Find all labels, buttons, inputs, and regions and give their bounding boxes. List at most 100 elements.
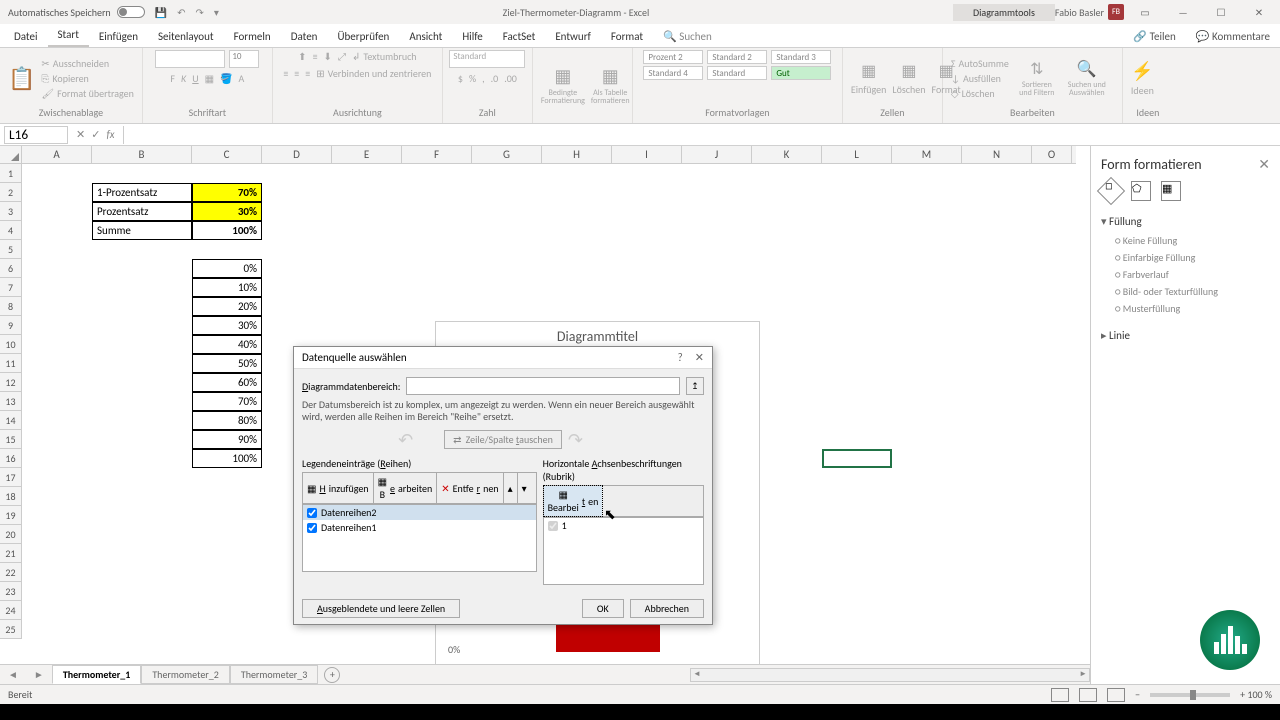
sheet-nav-prev-icon[interactable]: ◄ bbox=[0, 668, 26, 681]
row-header-2[interactable]: 2 bbox=[0, 183, 22, 202]
fill-gradient-radio[interactable]: Farbverlauf bbox=[1101, 266, 1270, 283]
sort-filter-button[interactable]: ⇅Sortieren und Filtern bbox=[1015, 59, 1059, 97]
percent-icon[interactable]: % bbox=[469, 72, 476, 85]
user-name[interactable]: Fabio Basler bbox=[1055, 6, 1104, 19]
series-checkbox-1[interactable] bbox=[307, 523, 317, 533]
table-format-button[interactable]: ▦ Als Tabelle formatieren bbox=[591, 65, 630, 105]
table-cell[interactable]: 80% bbox=[192, 411, 262, 430]
maximize-icon[interactable]: ☐ bbox=[1204, 0, 1238, 24]
fill-pattern-radio[interactable]: Musterfüllung bbox=[1101, 300, 1270, 317]
add-sheet-icon[interactable]: + bbox=[324, 667, 340, 683]
row-header-13[interactable]: 13 bbox=[0, 392, 22, 411]
tab-layout[interactable]: Seitenlayout bbox=[148, 26, 224, 47]
tab-factset[interactable]: FactSet bbox=[493, 26, 546, 47]
delete-cells-button[interactable]: ▦Löschen bbox=[892, 61, 925, 96]
row-header-24[interactable]: 24 bbox=[0, 601, 22, 620]
comma-icon[interactable]: , bbox=[482, 72, 485, 85]
minimize-icon[interactable]: — bbox=[1166, 0, 1200, 24]
share-button[interactable]: 🔗 Teilen bbox=[1123, 26, 1185, 47]
zoom-out-icon[interactable]: − bbox=[1135, 688, 1140, 701]
formula-input[interactable] bbox=[123, 126, 1280, 144]
align-bot-icon[interactable]: ⬇ bbox=[324, 50, 332, 63]
row-header-25[interactable]: 25 bbox=[0, 620, 22, 639]
remove-series-button[interactable]: ✕ Entfernen bbox=[437, 473, 503, 503]
col-header-E[interactable]: E bbox=[332, 146, 402, 163]
col-header-H[interactable]: H bbox=[542, 146, 612, 163]
col-header-O[interactable]: O bbox=[1032, 146, 1072, 163]
underline-icon[interactable]: U bbox=[192, 72, 198, 85]
swap-row-col-button[interactable]: ⇄ Zeile/Spalte tauschen bbox=[444, 430, 562, 449]
horizontal-scrollbar[interactable] bbox=[690, 668, 1090, 682]
align-right-icon[interactable]: ≡ bbox=[305, 67, 310, 80]
table-cell[interactable]: 40% bbox=[192, 335, 262, 354]
name-box[interactable] bbox=[4, 126, 68, 144]
row-header-4[interactable]: 4 bbox=[0, 221, 22, 240]
style-gut[interactable]: Gut bbox=[771, 66, 831, 80]
table-cell[interactable]: 90% bbox=[192, 430, 262, 449]
tab-format[interactable]: Format bbox=[601, 26, 653, 47]
col-header-K[interactable]: K bbox=[752, 146, 822, 163]
tab-file[interactable]: Datei bbox=[4, 26, 48, 47]
cancel-formula-icon[interactable]: ✕ bbox=[76, 128, 85, 141]
col-header-J[interactable]: J bbox=[682, 146, 752, 163]
row-header-11[interactable]: 11 bbox=[0, 354, 22, 373]
row-header-19[interactable]: 19 bbox=[0, 506, 22, 525]
categories-listbox[interactable]: 1 bbox=[543, 517, 704, 585]
fill-section[interactable]: Füllung bbox=[1101, 211, 1270, 232]
user-avatar[interactable]: FB bbox=[1108, 4, 1124, 20]
tab-formulas[interactable]: Formeln bbox=[224, 26, 281, 47]
table-cell[interactable]: 0% bbox=[192, 259, 262, 278]
tab-view[interactable]: Ansicht bbox=[399, 26, 452, 47]
style-standard4[interactable]: Standard 4 bbox=[643, 66, 703, 80]
sheet-tab-3[interactable]: Thermometer_3 bbox=[230, 665, 319, 684]
italic-icon[interactable]: K bbox=[181, 72, 186, 85]
number-format-combo[interactable]: Standard bbox=[449, 50, 525, 68]
table-cell[interactable]: 70% bbox=[192, 183, 262, 202]
table-cell[interactable]: 30% bbox=[192, 202, 262, 221]
table-cell[interactable]: 30% bbox=[192, 316, 262, 335]
fx-icon[interactable]: fx bbox=[106, 128, 114, 141]
align-top-icon[interactable]: ⬆ bbox=[298, 50, 306, 63]
col-header-M[interactable]: M bbox=[892, 146, 962, 163]
style-prozent2[interactable]: Prozent 2 bbox=[643, 50, 703, 64]
row-header-16[interactable]: 16 bbox=[0, 449, 22, 468]
table-cell[interactable]: 50% bbox=[192, 354, 262, 373]
list-item[interactable]: 1 bbox=[562, 519, 567, 532]
cond-format-button[interactable]: ▦ Bedingte Formatierung bbox=[541, 65, 585, 105]
tab-data[interactable]: Daten bbox=[281, 26, 328, 47]
autosave-toggle[interactable] bbox=[117, 6, 145, 18]
row-header-1[interactable]: 1 bbox=[0, 164, 22, 183]
table-cell[interactable]: Prozentsatz bbox=[92, 202, 192, 221]
dialog-close-icon[interactable]: ✕ bbox=[695, 351, 704, 364]
redo-icon[interactable]: ↷ bbox=[196, 6, 204, 19]
row-header-20[interactable]: 20 bbox=[0, 525, 22, 544]
fill-none-radio[interactable]: Keine Füllung bbox=[1101, 232, 1270, 249]
row-header-17[interactable]: 17 bbox=[0, 468, 22, 487]
sheet-tab-2[interactable]: Thermometer_2 bbox=[141, 665, 230, 684]
col-header-N[interactable]: N bbox=[962, 146, 1032, 163]
row-header-6[interactable]: 6 bbox=[0, 259, 22, 278]
row-header-9[interactable]: 9 bbox=[0, 316, 22, 335]
fill-picture-radio[interactable]: Bild- oder Texturfüllung bbox=[1101, 283, 1270, 300]
cut-button[interactable]: ✂ Ausschneiden bbox=[41, 57, 133, 70]
insert-cells-button[interactable]: ▦Einfügen bbox=[851, 61, 887, 96]
row-header-21[interactable]: 21 bbox=[0, 544, 22, 563]
row-header-18[interactable]: 18 bbox=[0, 487, 22, 506]
spreadsheet-grid[interactable]: ABCDEFGHIJKLMNO 123456789101112131415161… bbox=[0, 146, 1090, 684]
font-size-combo[interactable]: 10 bbox=[229, 50, 259, 68]
row-header-12[interactable]: 12 bbox=[0, 373, 22, 392]
dialog-help-icon[interactable]: ? bbox=[678, 351, 683, 364]
tab-review[interactable]: Überprüfen bbox=[327, 26, 399, 47]
tab-insert[interactable]: Einfügen bbox=[89, 26, 148, 47]
effects-tab-icon[interactable]: ⬠ bbox=[1131, 181, 1151, 201]
series-listbox[interactable]: Datenreihen2 Datenreihen1 bbox=[302, 504, 537, 572]
select-all-triangle[interactable] bbox=[0, 146, 22, 164]
align-center-icon[interactable]: ≡ bbox=[294, 67, 299, 80]
row-header-15[interactable]: 15 bbox=[0, 430, 22, 449]
undo-icon[interactable]: ↶ bbox=[177, 6, 185, 19]
row-header-10[interactable]: 10 bbox=[0, 335, 22, 354]
fill-button[interactable]: ↓ Ausfüllen bbox=[951, 72, 1009, 85]
table-cell[interactable]: Summe bbox=[92, 221, 192, 240]
inc-decimal-icon[interactable]: .0 bbox=[491, 72, 499, 85]
row-header-5[interactable]: 5 bbox=[0, 240, 22, 259]
